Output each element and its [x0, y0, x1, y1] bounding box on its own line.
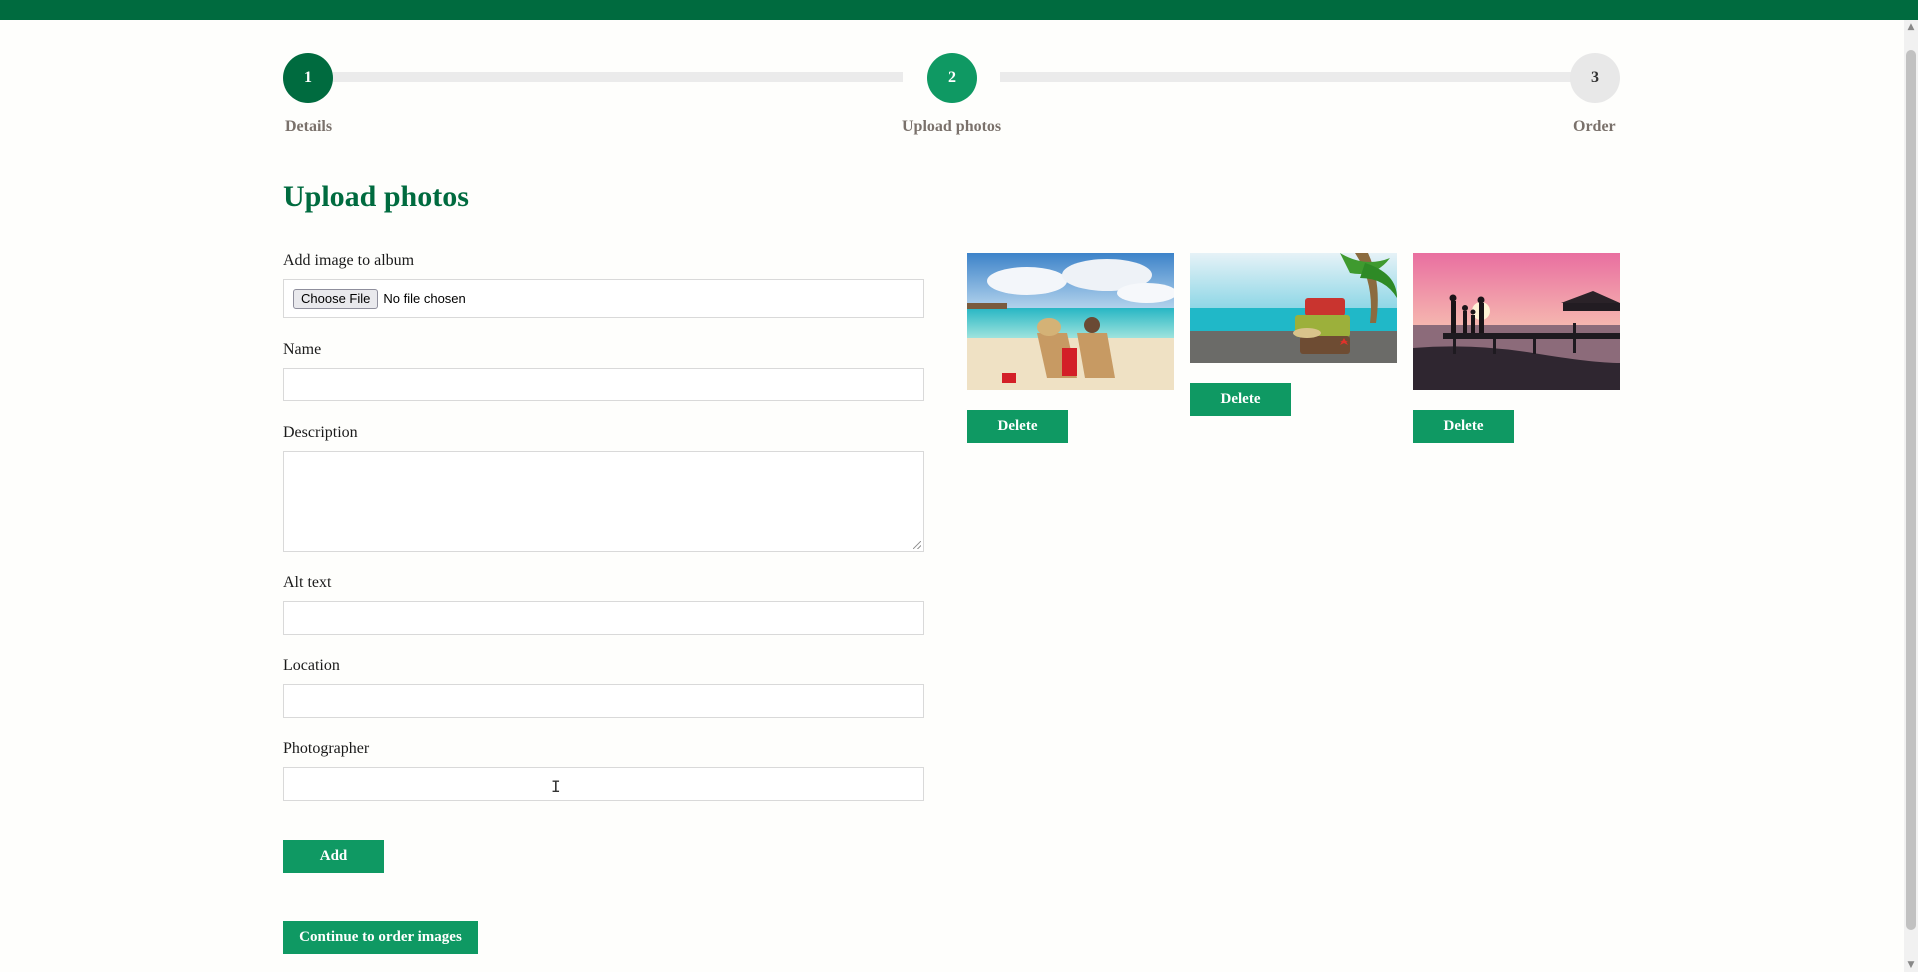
page-scrollbar[interactable]: ▲ ▼ [1904, 20, 1918, 972]
step-2-circle: 2 [927, 53, 977, 103]
suitcases-palm-photo [1190, 253, 1397, 363]
choose-file-button[interactable]: Choose File [293, 288, 379, 309]
name-label: Name [283, 341, 322, 358]
gallery-photo-sunset-pier [1413, 253, 1620, 390]
gallery-photo-suitcases [1190, 253, 1397, 363]
description-textarea[interactable] [283, 451, 924, 552]
top-brand-bar [0, 0, 1918, 20]
location-input[interactable] [283, 684, 924, 718]
location-label: Location [283, 657, 340, 674]
name-input[interactable] [283, 368, 924, 401]
photographer-input[interactable] [283, 767, 924, 801]
text-cursor-icon: I [551, 777, 561, 796]
step-connector-2 [1000, 72, 1574, 82]
scroll-down-icon[interactable]: ▼ [1904, 958, 1918, 972]
step-connector-1 [333, 72, 903, 82]
add-button[interactable]: Add [283, 840, 384, 873]
delete-photo-3-button[interactable]: Delete [1413, 410, 1514, 443]
sunset-pier-family-photo [1413, 253, 1620, 390]
scrollbar-thumb[interactable] [1906, 50, 1916, 930]
resize-handle-icon[interactable] [913, 541, 921, 549]
step-3-circle: 3 [1570, 53, 1620, 103]
photographer-label: Photographer [283, 740, 370, 757]
gallery-photo-beach-loungers [967, 253, 1174, 390]
delete-photo-2-button[interactable]: Delete [1190, 383, 1291, 416]
page-title: Upload photos [283, 180, 469, 213]
image-label: Add image to album [283, 252, 415, 269]
step-1-circle: 1 [283, 53, 333, 103]
step-1-label: Details [285, 118, 333, 135]
description-label: Description [283, 424, 358, 441]
continue-to-order-button[interactable]: Continue to order images [283, 921, 478, 954]
file-input[interactable]: Choose File No file chosen [283, 279, 924, 318]
delete-photo-1-button[interactable]: Delete [967, 410, 1068, 443]
beach-loungers-photo [967, 253, 1174, 390]
scroll-up-icon[interactable]: ▲ [1904, 20, 1918, 34]
step-3-label: Order [1573, 118, 1616, 135]
alt-text-label: Alt text [283, 574, 332, 591]
step-2-label: Upload photos [902, 118, 1002, 135]
file-status-text: No file chosen [383, 291, 466, 306]
alt-text-input[interactable] [283, 601, 924, 635]
